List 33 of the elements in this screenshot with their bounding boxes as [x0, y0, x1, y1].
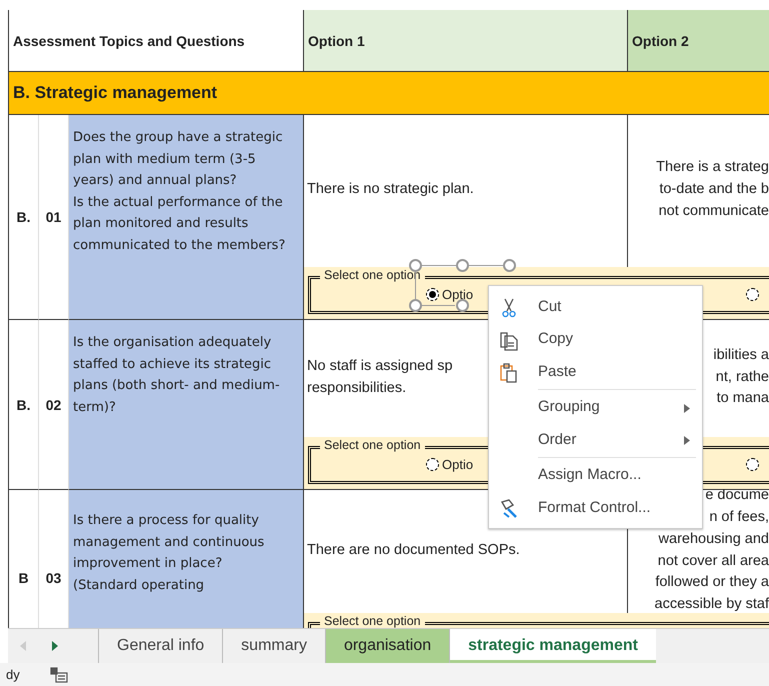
submenu-arrow-icon [684, 404, 690, 412]
question-cell: Does the group have a strategic plan with medium term (3-5 years) and annual plans? Is the actual performance of the plan monitored and results communicated to the members? [69, 115, 304, 320]
resize-handle[interactable] [456, 258, 469, 272]
paintbrush-icon [499, 499, 519, 519]
menu-item[interactable]: Format Control... [489, 491, 702, 524]
column-header: Option 2 [628, 10, 769, 72]
submenu-arrow-icon [684, 436, 690, 445]
question-cell: Is there a process for quality management and continuous improvement in place? (Standard operating [69, 490, 304, 628]
status-text: dy [6, 667, 20, 682]
group-box-label: Select one option [320, 612, 425, 628]
sheet-tab[interactable]: organisation [324, 629, 450, 663]
radio-label: Optio [442, 456, 474, 472]
radio-button[interactable] [746, 288, 759, 300]
radio-button[interactable] [426, 288, 439, 300]
question-cell: Is the organisation adequately staffed to achieve its strategic plans (both short- and medium-term)? [69, 320, 304, 490]
macro-recording-icon[interactable] [50, 666, 68, 682]
group-box-label: Select one option [320, 266, 425, 282]
sheet-tab[interactable]: strategic management [449, 629, 656, 663]
column-header: Option 1 [304, 10, 628, 72]
table-cell: B. [9, 320, 39, 490]
section-header: B. Strategic management [9, 72, 769, 115]
radio-button[interactable] [746, 458, 759, 470]
group-box-label: Select one option [320, 436, 425, 452]
paste-icon [499, 363, 519, 383]
copy-icon [499, 330, 519, 350]
radio-label: Optio [442, 286, 474, 302]
table-cell: B. [9, 115, 39, 320]
scroll-right-icon[interactable] [52, 641, 58, 651]
resize-handle[interactable] [409, 258, 422, 272]
resize-handle[interactable] [409, 298, 422, 312]
column-header: Assessment Topics and Questions [9, 10, 304, 72]
radio-button[interactable] [426, 458, 439, 470]
resize-handle[interactable] [503, 258, 516, 272]
